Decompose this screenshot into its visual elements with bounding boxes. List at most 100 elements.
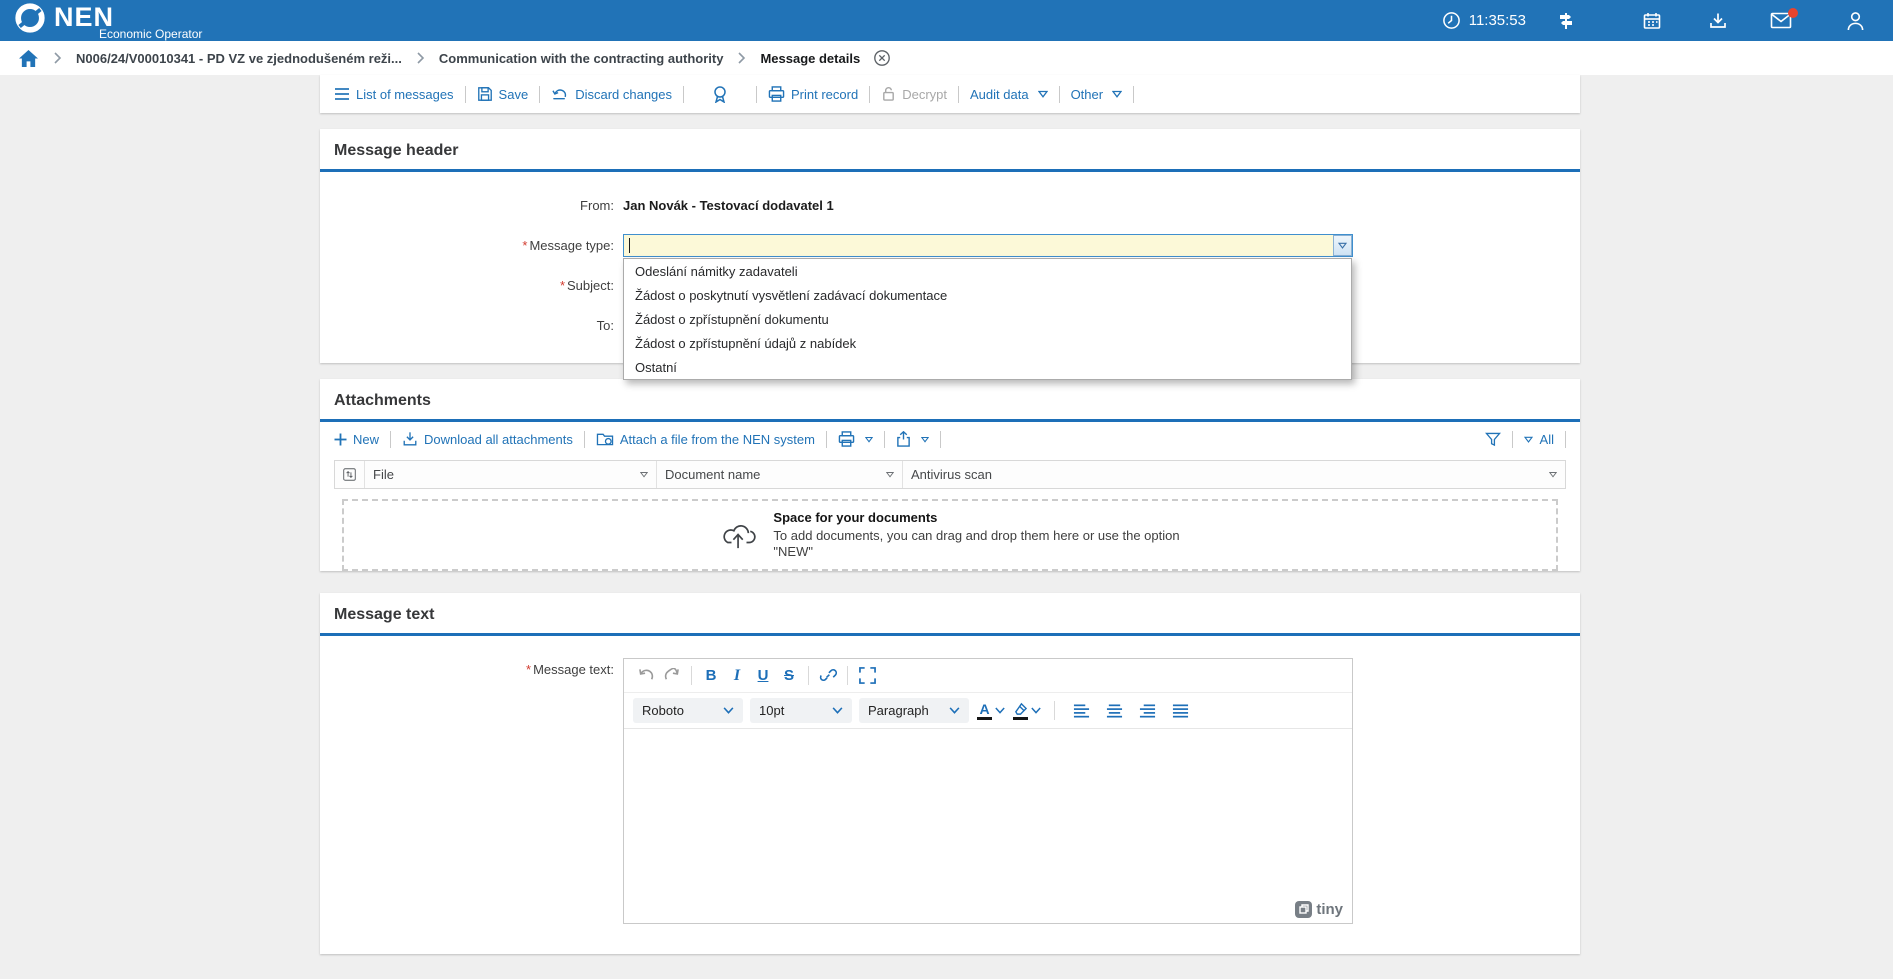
align-justify-icon[interactable] [1167,698,1193,724]
other-menu-button[interactable]: Other [1071,87,1123,102]
block-format-select[interactable]: Paragraph [859,698,969,723]
section-title-message-text: Message text [320,593,1580,633]
dropdown-triangle-icon [865,436,873,443]
editor-statusbar: tiny [624,895,1352,923]
column-header-document-name[interactable]: Document name [665,467,760,482]
print-attachments-button[interactable] [838,431,873,447]
download-all-attachments-button[interactable]: Download all attachments [402,431,573,447]
audit-data-menu-button[interactable]: Audit data [970,87,1048,102]
subject-label: *Subject: [320,278,623,293]
new-attachment-button[interactable]: New [334,432,379,447]
text-caret [629,238,630,253]
filter-funnel-icon[interactable] [1485,432,1501,447]
attachments-toolbar: New Download all attachments Attach a fi… [320,422,1580,456]
column-filter-icon[interactable] [640,471,648,478]
align-right-icon[interactable] [1134,698,1160,724]
dropdown-option[interactable]: Ostatní [624,355,1351,379]
folder-badge-icon [596,431,614,447]
clock-widget: 11:35:53 [1442,11,1526,30]
cloud-upload-icon [720,520,758,550]
to-label: To: [320,318,623,333]
signpost-icon[interactable] [1556,11,1576,31]
message-header-section: Message header From: Jan Novák - Testova… [320,129,1580,363]
column-filter-icon[interactable] [886,471,894,478]
breadcrumb-chevron-icon [416,52,425,64]
text-color-swatch [977,717,992,720]
font-family-select[interactable]: Roboto [633,698,743,723]
dropdown-option[interactable]: Žádost o poskytnutí vysvětlení zadávací … [624,283,1351,307]
italic-button[interactable]: I [724,663,750,689]
message-type-dropdown-list: Odeslání námitky zadavateli Žádost o pos… [623,258,1352,380]
download-icon [402,431,418,447]
list-of-messages-button[interactable]: List of messages [334,87,454,102]
download-tray-icon[interactable] [1708,11,1728,31]
discard-changes-button[interactable]: Discard changes [551,87,672,102]
column-filter-icon[interactable] [1549,471,1557,478]
dropzone-title: Space for your documents [773,510,1179,526]
app-header: NEN Economic Operator 11:35:53 [0,0,1893,41]
required-marker: * [560,278,565,293]
user-icon[interactable] [1846,11,1865,31]
rich-text-editor: B I U S Roboto [623,658,1353,924]
undo-icon[interactable] [633,663,659,689]
breadcrumb: N006/24/V00010341 - PD VZ ve zjednodušen… [0,41,1893,75]
dropdown-option[interactable]: Žádost o zpřístupnění dokumentu [624,307,1351,331]
message-type-input[interactable] [623,234,1353,257]
column-settings-icon[interactable] [335,461,365,488]
fullscreen-icon[interactable] [854,663,880,689]
attachments-section: Attachments New Download all attachments [320,379,1580,571]
record-toolbar: List of messages Save Discard changes Pr… [320,75,1580,113]
editor-toolbar-row2: Roboto 10pt Paragraph A [624,693,1352,729]
breadcrumb-item-procedure[interactable]: N006/24/V00010341 - PD VZ ve zjednodušen… [76,51,402,66]
list-icon [334,87,350,101]
attach-from-nen-button[interactable]: Attach a file from the NEN system [596,431,815,447]
home-icon[interactable] [18,49,39,68]
editor-content-area[interactable] [624,729,1352,895]
align-center-icon[interactable] [1101,698,1127,724]
highlight-color-button[interactable] [1012,702,1041,720]
plus-icon [334,433,347,446]
dropdown-option[interactable]: Žádost o zpřístupnění údajů z nabídek [624,331,1351,355]
watchdog-ribbon-icon[interactable] [712,85,728,103]
tinymce-logo-icon[interactable] [1295,901,1312,918]
dropdown-option[interactable]: Odeslání námitky zadavateli [624,259,1351,283]
mail-icon[interactable] [1770,12,1792,29]
breadcrumb-item-communication[interactable]: Communication with the contracting autho… [439,51,724,66]
breadcrumb-chevron-icon [53,52,62,64]
filter-all-link[interactable]: All [1540,432,1554,447]
strikethrough-button[interactable]: S [776,663,802,689]
message-type-label: *Message type: [320,238,623,253]
printer-icon [838,431,855,447]
export-attachments-button[interactable] [896,431,929,447]
documents-dropzone[interactable]: Space for your documents To add document… [342,499,1558,571]
font-size-select[interactable]: 10pt [750,698,852,723]
filter-preset-triangle-icon[interactable] [1524,436,1533,443]
clock-time: 11:35:53 [1469,12,1526,29]
text-color-button[interactable]: A [976,702,1005,720]
print-record-button[interactable]: Print record [768,86,858,102]
align-left-icon[interactable] [1068,698,1094,724]
redo-icon[interactable] [659,663,685,689]
save-button[interactable]: Save [477,86,529,102]
editor-toolbar-row1: B I U S [624,659,1352,693]
discard-icon [551,87,569,102]
link-icon[interactable] [815,663,841,689]
tinymce-brand-text[interactable]: tiny [1316,901,1343,918]
section-title-attachments: Attachments [320,379,1580,419]
column-header-file[interactable]: File [373,467,394,482]
calendar-icon[interactable] [1642,11,1662,31]
decrypt-button: Decrypt [881,86,947,102]
required-marker: * [522,238,527,253]
dropzone-hint-line1: To add documents, you can drag and drop … [773,528,1179,544]
close-tab-icon[interactable] [873,49,891,67]
attachments-table-header: File Document name Antivirus scan [334,460,1566,489]
bold-button[interactable]: B [698,663,724,689]
app-brand[interactable]: NEN Economic Operator [0,1,202,40]
underline-button[interactable]: U [750,663,776,689]
column-header-antivirus-scan[interactable]: Antivirus scan [911,467,992,482]
save-icon [477,86,493,102]
unlock-icon [881,86,896,102]
message-text-label: *Message text: [320,658,623,677]
nen-logo-icon [13,1,47,35]
message-type-dropdown-button[interactable] [1333,235,1352,256]
